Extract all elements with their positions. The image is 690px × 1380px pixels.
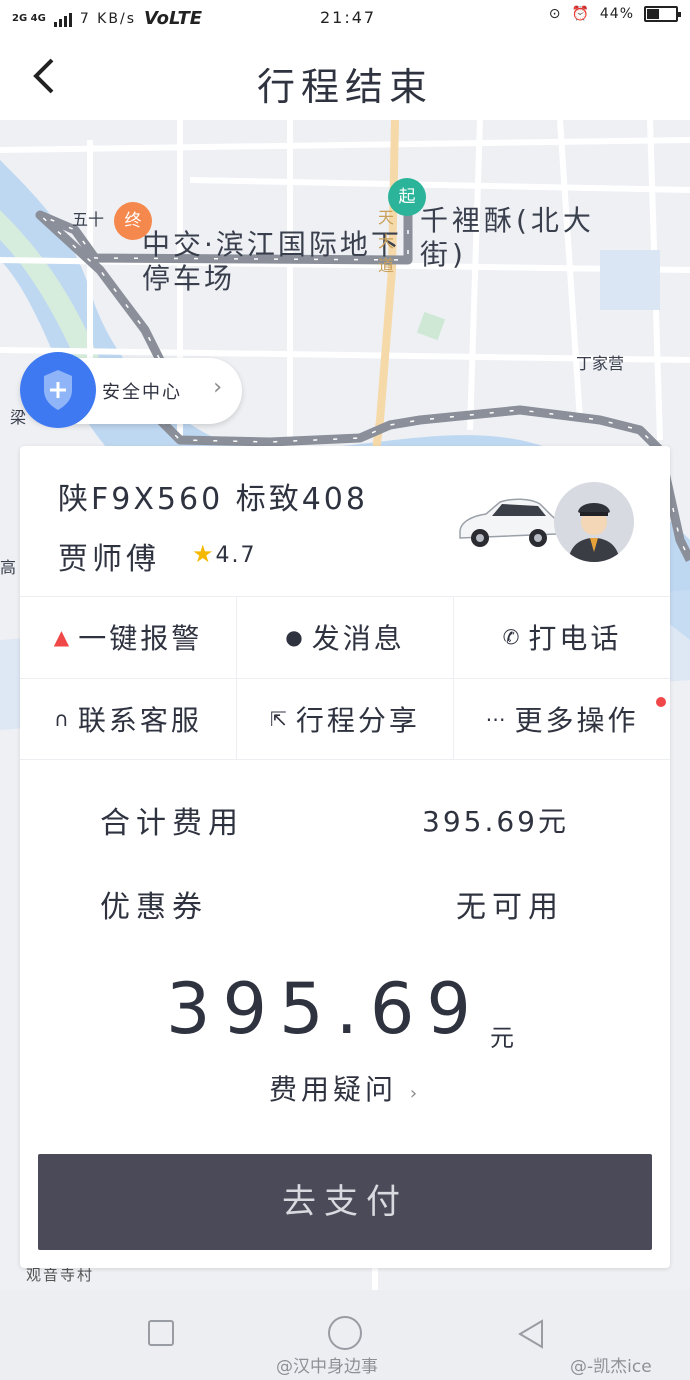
message-icon: ●	[285, 625, 306, 649]
driver-rating: ★4.7	[192, 540, 257, 568]
customer-service-label: 联系客服	[77, 704, 202, 737]
share-icon: ⇱	[270, 707, 290, 731]
clock: 21:47	[320, 8, 377, 27]
car-image	[459, 498, 558, 547]
notification-dot	[656, 697, 666, 707]
alarm-icon: ▲	[53, 625, 73, 649]
emergency-alarm-label: 一键报警	[78, 622, 203, 655]
send-message-label: 发消息	[311, 622, 405, 655]
watermark-left: @汉中身边事	[276, 1357, 378, 1377]
safety-center-label: 安全中心	[102, 382, 182, 403]
more-actions-label: 更多操作	[514, 704, 639, 737]
start-place-label: 千裡酥(北大街)	[420, 204, 595, 271]
more-icon: ⋯	[485, 707, 509, 731]
battery-icon	[644, 6, 681, 22]
customer-service-button[interactable]: ∩ 联系客服	[20, 679, 236, 759]
rating-value: 4.7	[215, 543, 257, 568]
total-fee-label: 合计费用	[100, 806, 244, 841]
amount-unit: 元	[490, 1024, 514, 1052]
status-bar: 2G 4G 7 KB/s VoLTE 21:47 ⊙ ⏰ 44%	[0, 0, 690, 38]
alarm-clock-icon: ⏰	[571, 6, 590, 22]
battery-percent: 44%	[599, 6, 634, 22]
volte-indicator: VoLTE	[143, 8, 203, 29]
action-grid: ▲ 一键报警 ● 发消息 ✆ 打电话 ∩ 联系客服 ⇱ 行程分享 ⋯ 更多操作	[20, 596, 670, 760]
map-label-gao: 高	[0, 558, 17, 577]
watermark-right: @-凯杰ice	[570, 1357, 652, 1377]
call-label: 打电话	[528, 622, 622, 655]
map-label-dingjiaying: 丁家营	[576, 354, 625, 373]
network-speed: 7 KB/s	[79, 10, 136, 27]
coupon-label: 优惠券	[100, 890, 208, 925]
signal-icon	[53, 11, 72, 27]
pay-button[interactable]: 去支付	[38, 1154, 652, 1250]
chevron-right-icon: ›	[409, 1083, 422, 1104]
end-place-label: 中交·滨江国际地下停车场	[142, 228, 402, 295]
trip-share-button[interactable]: ⇱ 行程分享	[237, 679, 453, 759]
call-button[interactable]: ✆ 打电话	[454, 597, 670, 677]
driver-avatar	[554, 482, 634, 562]
more-actions-button[interactable]: ⋯ 更多操作	[454, 679, 670, 759]
star-icon: ★	[192, 540, 216, 568]
home-button[interactable]	[328, 1316, 362, 1350]
send-message-button[interactable]: ● 发消息	[237, 597, 453, 677]
trip-share-label: 行程分享	[295, 704, 420, 737]
safety-center-button[interactable]: 安全中心 ›	[20, 352, 242, 428]
recents-button[interactable]	[148, 1320, 174, 1346]
trip-card: 陕F9X560 标致408 贾师傅 ★4.7 ▲ 一键报警 ● 发消息 ✆ 打电…	[20, 446, 670, 1268]
shield-plus-icon	[20, 352, 96, 428]
driver-name: 贾师傅	[58, 542, 160, 577]
map-label-tiandao: 天大道	[378, 208, 395, 275]
coupon-value[interactable]: 无可用	[456, 882, 564, 926]
page-title: 行程结束	[256, 65, 433, 109]
header: 行程结束	[0, 38, 690, 120]
plate-and-car: 陕F9X560 标致408	[58, 482, 368, 517]
chevron-right-icon: ›	[213, 375, 222, 400]
back-nav-button[interactable]	[516, 1318, 546, 1350]
fee-question-link[interactable]: 费用疑问 ›	[20, 1068, 670, 1108]
map-label-wushi: 五十	[72, 210, 105, 229]
emergency-alarm-button[interactable]: ▲ 一键报警	[20, 597, 236, 677]
network-type: 2G 4G	[12, 12, 46, 24]
lock-rotation-icon: ⊙	[548, 6, 562, 22]
headset-icon: ∩	[54, 707, 72, 731]
fee-question-label: 费用疑问	[268, 1073, 397, 1106]
phone-icon: ✆	[502, 625, 523, 649]
total-fee-value: 395.69元	[422, 805, 569, 838]
amount-due: 395.69	[166, 968, 483, 1050]
